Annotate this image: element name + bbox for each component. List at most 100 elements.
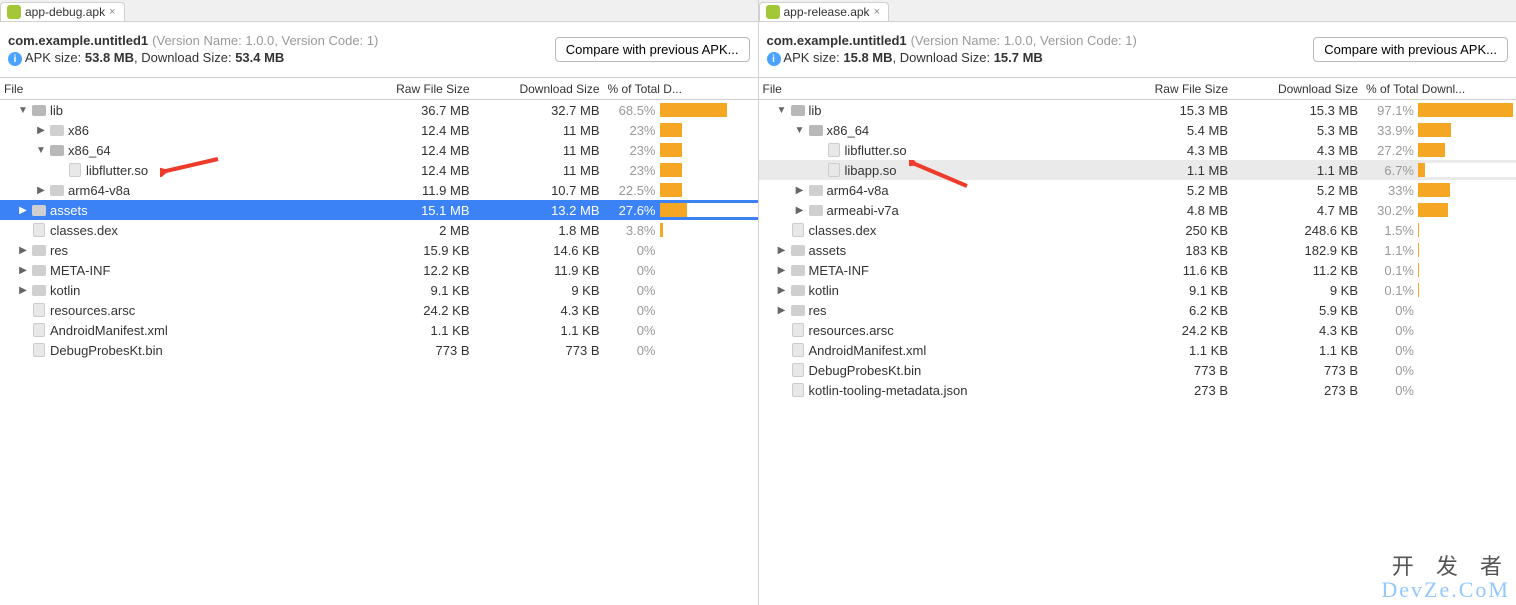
download-size: 5.2 MB xyxy=(1236,183,1366,198)
file-tree[interactable]: ▼lib36.7 MB32.7 MB68.5%▶x8612.4 MB11 MB2… xyxy=(0,100,758,605)
tree-row[interactable]: ▶armeabi-v7a4.8 MB4.7 MB30.2% xyxy=(759,200,1516,220)
file-name: lib xyxy=(809,103,822,118)
tree-row[interactable]: ▶META-INF12.2 KB11.9 KB0% xyxy=(0,260,758,280)
file-tree[interactable]: ▼lib15.3 MB15.3 MB97.1%▼x86_645.4 MB5.3 … xyxy=(759,100,1516,605)
compare-button[interactable]: Compare with previous APK... xyxy=(1313,37,1508,62)
editor-tab[interactable]: app-release.apk× xyxy=(759,2,890,21)
disclosure-arrow-icon[interactable]: ▶ xyxy=(795,205,805,216)
file-icon xyxy=(32,343,46,357)
raw-size: 6.2 KB xyxy=(1126,303,1236,318)
download-size: 5.3 MB xyxy=(1236,123,1366,138)
disclosure-arrow-icon[interactable]: ▶ xyxy=(18,245,28,256)
tree-row[interactable]: AndroidManifest.xml1.1 KB1.1 KB0% xyxy=(759,340,1516,360)
download-size: 11 MB xyxy=(478,163,608,178)
tree-row[interactable]: ▶x8612.4 MB11 MB23% xyxy=(0,120,758,140)
apk-size-value: 53.8 MB xyxy=(85,50,134,65)
pct-text: 1.1% xyxy=(1366,243,1414,258)
disclosure-arrow-icon[interactable]: ▼ xyxy=(36,145,46,156)
tree-row[interactable]: ▶assets183 KB182.9 KB1.1% xyxy=(759,240,1516,260)
pct-text: 97.1% xyxy=(1366,103,1414,118)
raw-size: 9.1 KB xyxy=(1126,283,1236,298)
tree-row[interactable]: DebugProbesKt.bin773 B773 B0% xyxy=(0,340,758,360)
pct-bar xyxy=(660,183,758,197)
tree-row[interactable]: ▶kotlin9.1 KB9 KB0% xyxy=(0,280,758,300)
tree-row[interactable]: classes.dex2 MB1.8 MB3.8% xyxy=(0,220,758,240)
tree-row[interactable]: classes.dex250 KB248.6 KB1.5% xyxy=(759,220,1516,240)
close-icon[interactable]: × xyxy=(874,6,880,18)
tree-row[interactable]: ▶arm64-v8a5.2 MB5.2 MB33% xyxy=(759,180,1516,200)
tree-row[interactable]: DebugProbesKt.bin773 B773 B0% xyxy=(759,360,1516,380)
tree-row[interactable]: libflutter.so12.4 MB11 MB23% xyxy=(0,160,758,180)
pct-bar xyxy=(1418,343,1516,357)
tree-row[interactable]: ▶res15.9 KB14.6 KB0% xyxy=(0,240,758,260)
apk-analyzer-right-pane: app-release.apk×com.example.untitled1 (V… xyxy=(759,0,1516,605)
file-name: DebugProbesKt.bin xyxy=(50,343,163,358)
download-size: 182.9 KB xyxy=(1236,243,1366,258)
tree-row[interactable]: ▶arm64-v8a11.9 MB10.7 MB22.5% xyxy=(0,180,758,200)
pct-bar xyxy=(660,143,758,157)
tree-row[interactable]: ▼lib15.3 MB15.3 MB97.1% xyxy=(759,100,1516,120)
file-name: DebugProbesKt.bin xyxy=(809,363,922,378)
col-pct[interactable]: % of Total D... xyxy=(608,82,758,96)
disclosure-arrow-icon[interactable]: ▶ xyxy=(777,305,787,316)
disclosure-arrow-icon[interactable]: ▼ xyxy=(777,105,787,116)
folder-icon xyxy=(50,183,64,197)
raw-size: 183 KB xyxy=(1126,243,1236,258)
pct-bar xyxy=(1418,163,1516,177)
apk-analyzer-left-pane: app-debug.apk×com.example.untitled1 (Ver… xyxy=(0,0,759,605)
raw-size: 4.3 MB xyxy=(1126,143,1236,158)
disclosure-arrow-icon[interactable]: ▶ xyxy=(18,285,28,296)
disclosure-arrow-icon[interactable]: ▶ xyxy=(777,265,787,276)
tree-row[interactable]: AndroidManifest.xml1.1 KB1.1 KB0% xyxy=(0,320,758,340)
tree-row[interactable]: libapp.so1.1 MB1.1 MB6.7% xyxy=(759,160,1516,180)
disclosure-arrow-icon[interactable]: ▶ xyxy=(795,185,805,196)
tree-row[interactable]: ▼lib36.7 MB32.7 MB68.5% xyxy=(0,100,758,120)
pct-bar xyxy=(660,103,758,117)
folder-icon xyxy=(791,283,805,297)
tree-row[interactable]: resources.arsc24.2 KB4.3 KB0% xyxy=(0,300,758,320)
col-file[interactable]: File xyxy=(0,82,368,96)
tree-row[interactable]: ▶kotlin9.1 KB9 KB0.1% xyxy=(759,280,1516,300)
pct-text: 30.2% xyxy=(1366,203,1414,218)
pct-text: 0% xyxy=(608,343,656,358)
tree-row[interactable]: ▼x86_645.4 MB5.3 MB33.9% xyxy=(759,120,1516,140)
disclosure-arrow-icon[interactable]: ▶ xyxy=(777,285,787,296)
table-header: FileRaw File SizeDownload Size% of Total… xyxy=(759,78,1516,100)
col-file[interactable]: File xyxy=(759,82,1127,96)
raw-size: 1.1 KB xyxy=(368,323,478,338)
editor-tab[interactable]: app-debug.apk× xyxy=(0,2,125,21)
close-icon[interactable]: × xyxy=(109,6,115,18)
disclosure-arrow-icon[interactable]: ▶ xyxy=(36,185,46,196)
col-dl[interactable]: Download Size xyxy=(1236,82,1366,96)
col-dl[interactable]: Download Size xyxy=(478,82,608,96)
tree-row[interactable]: resources.arsc24.2 KB4.3 KB0% xyxy=(759,320,1516,340)
download-size: 773 B xyxy=(478,343,608,358)
file-icon xyxy=(827,163,841,177)
col-pct[interactable]: % of Total Downl... xyxy=(1366,82,1516,96)
disclosure-arrow-icon[interactable]: ▶ xyxy=(18,205,28,216)
tree-row[interactable]: ▶META-INF11.6 KB11.2 KB0.1% xyxy=(759,260,1516,280)
disclosure-arrow-icon[interactable]: ▶ xyxy=(777,245,787,256)
col-raw[interactable]: Raw File Size xyxy=(1126,82,1236,96)
download-size: 5.9 KB xyxy=(1236,303,1366,318)
tree-row[interactable]: ▶res6.2 KB5.9 KB0% xyxy=(759,300,1516,320)
folder-icon xyxy=(32,263,46,277)
folder-icon xyxy=(32,103,46,117)
pct-text: 23% xyxy=(608,123,656,138)
pct-bar xyxy=(660,323,758,337)
disclosure-arrow-icon[interactable]: ▼ xyxy=(795,125,805,136)
disclosure-arrow-icon[interactable]: ▶ xyxy=(36,125,46,136)
apk-size-label: APK size: xyxy=(783,50,843,65)
pct-text: 0.1% xyxy=(1366,263,1414,278)
tree-row[interactable]: ▶assets15.1 MB13.2 MB27.6% xyxy=(0,200,758,220)
tree-row[interactable]: kotlin-tooling-metadata.json273 B273 B0% xyxy=(759,380,1516,400)
disclosure-arrow-icon[interactable]: ▶ xyxy=(18,265,28,276)
file-name: resources.arsc xyxy=(809,323,894,338)
file-name: arm64-v8a xyxy=(827,183,889,198)
file-name: libflutter.so xyxy=(86,163,148,178)
disclosure-arrow-icon[interactable]: ▼ xyxy=(18,105,28,116)
compare-button[interactable]: Compare with previous APK... xyxy=(555,37,750,62)
col-raw[interactable]: Raw File Size xyxy=(368,82,478,96)
folder-icon xyxy=(809,203,823,217)
download-size: 11.2 KB xyxy=(1236,263,1366,278)
